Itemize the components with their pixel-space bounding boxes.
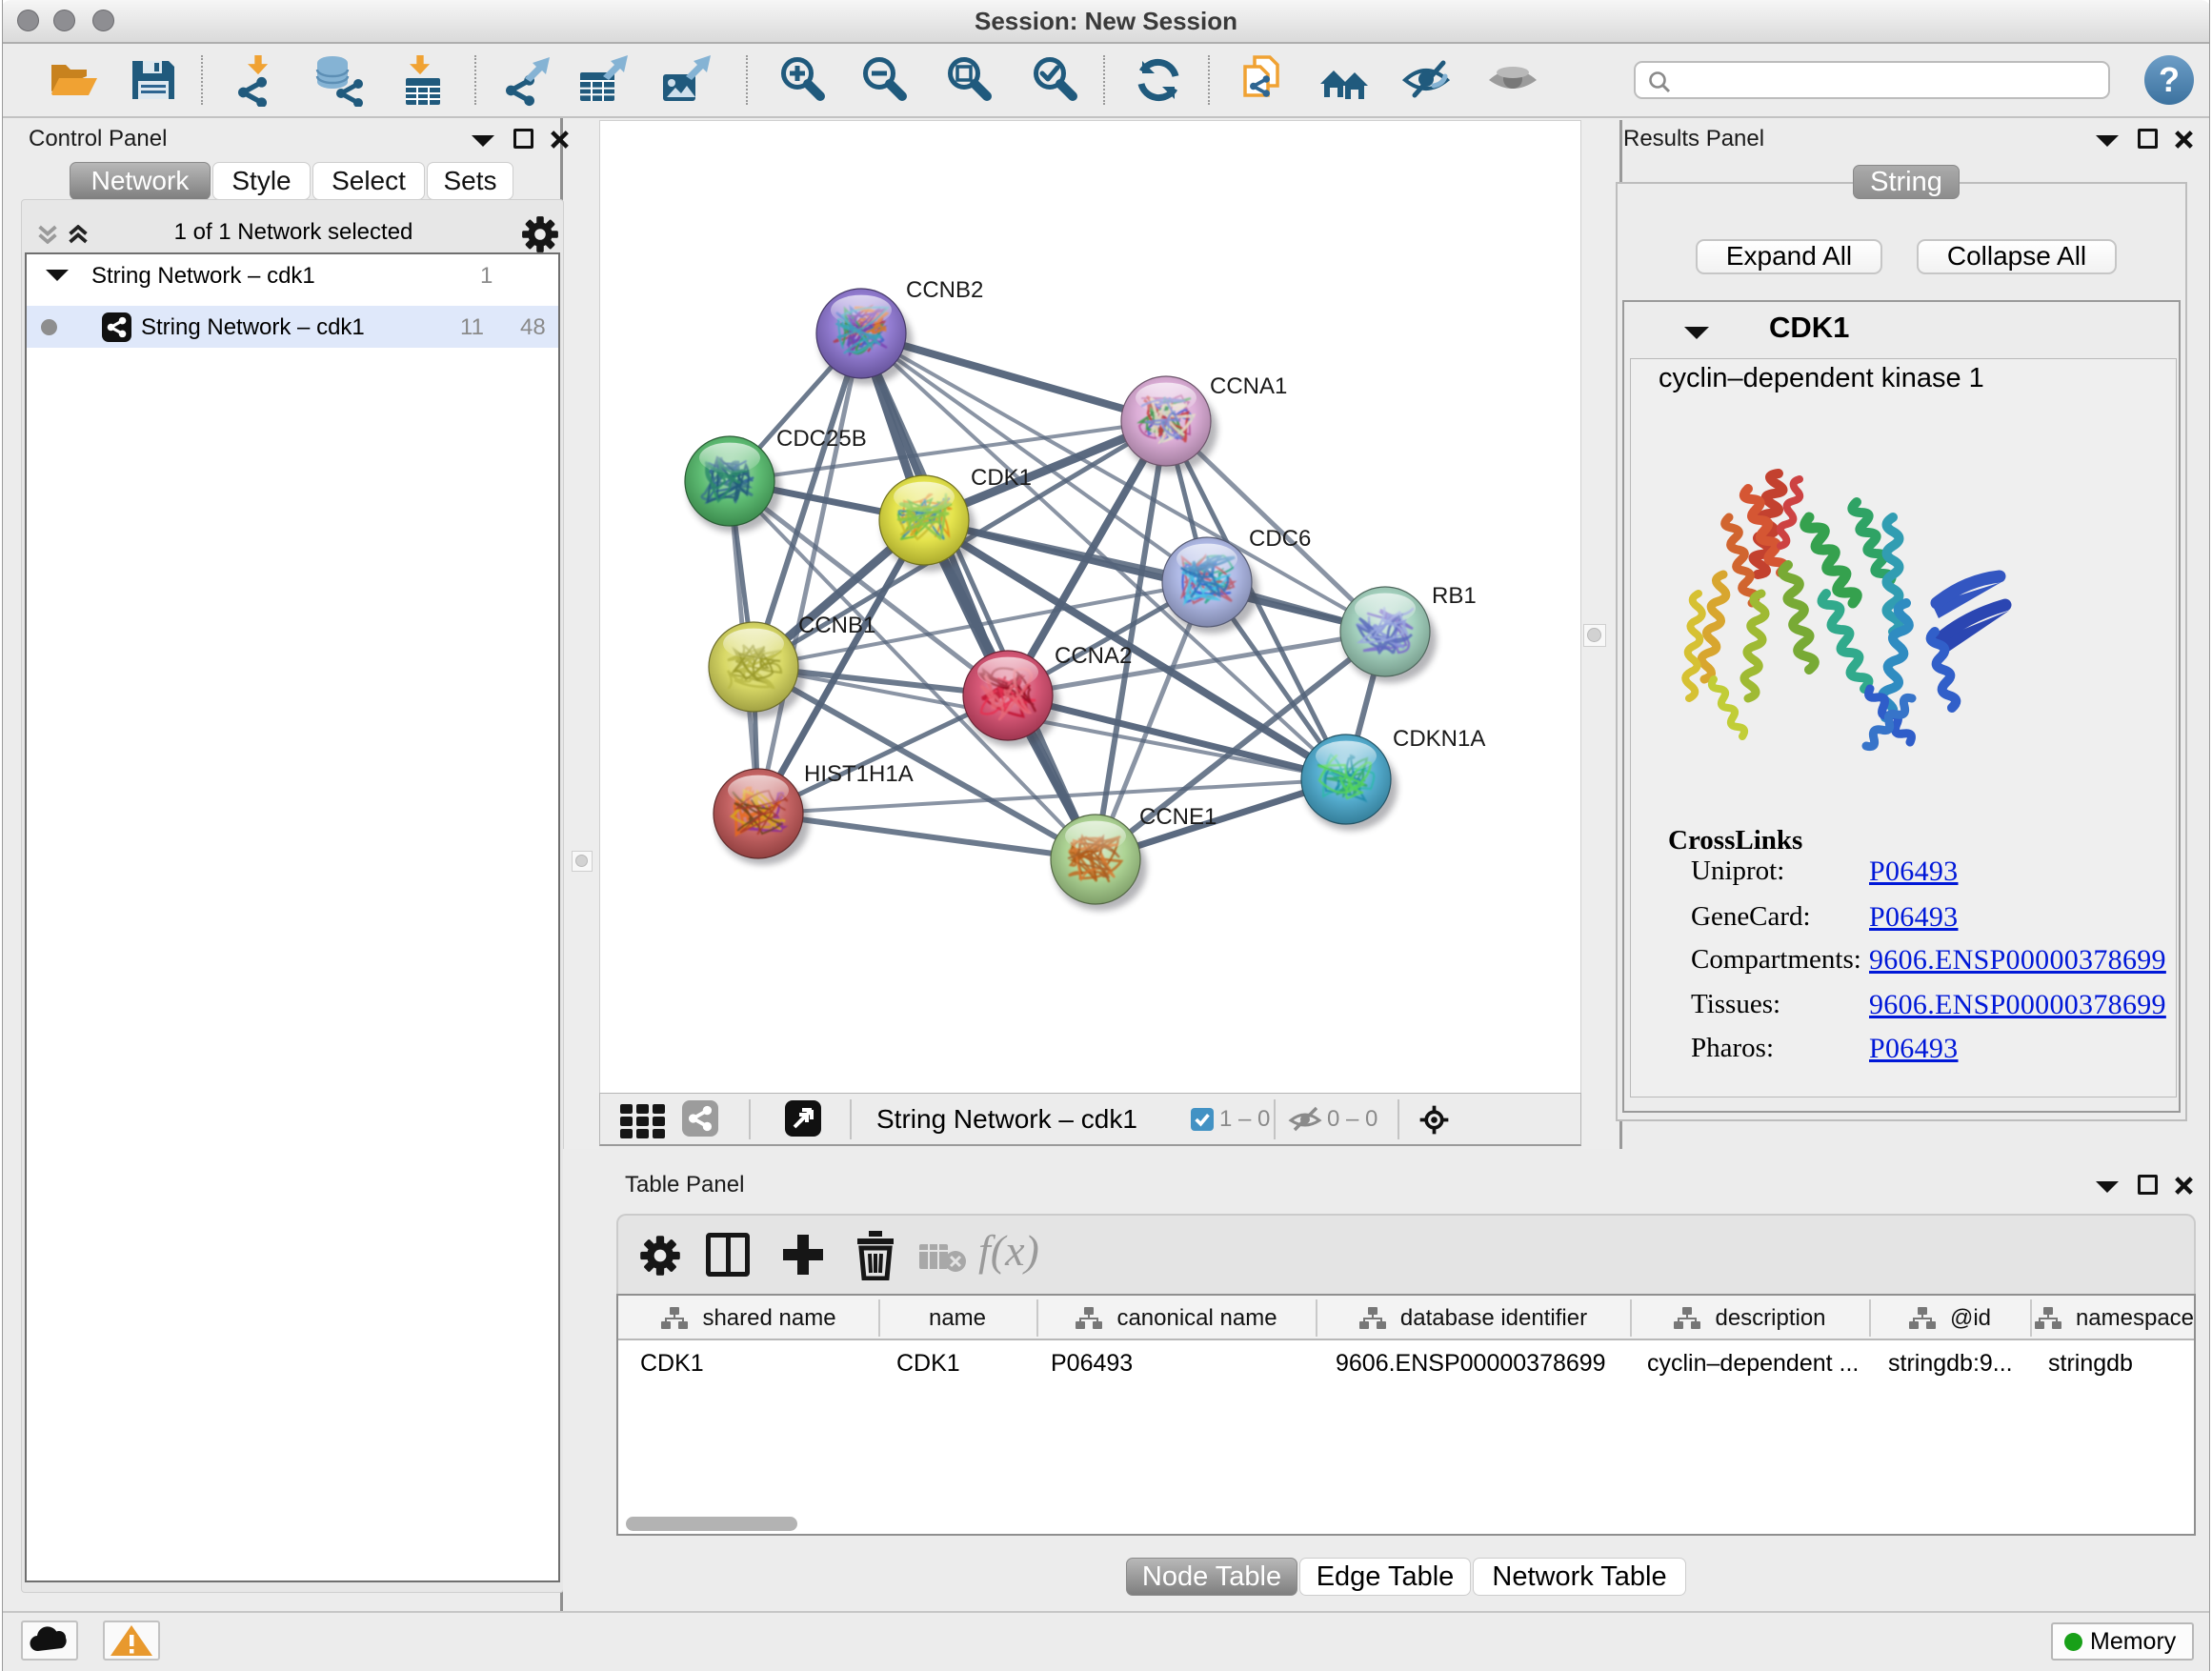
svg-text:RB1: RB1 bbox=[1432, 583, 1477, 609]
svg-text:CCNE1: CCNE1 bbox=[1139, 804, 1217, 830]
svg-text:CCNB1: CCNB1 bbox=[798, 613, 875, 638]
svg-text:CDC25B: CDC25B bbox=[776, 426, 867, 452]
svg-text:CDKN1A: CDKN1A bbox=[1393, 726, 1485, 752]
svg-text:CCNB2: CCNB2 bbox=[906, 277, 983, 303]
svg-text:CDC6: CDC6 bbox=[1249, 526, 1311, 552]
svg-text:CDK1: CDK1 bbox=[971, 465, 1032, 491]
svg-text:HIST1H1A: HIST1H1A bbox=[804, 761, 914, 787]
svg-text:CCNA1: CCNA1 bbox=[1210, 373, 1287, 399]
svg-text:CCNA2: CCNA2 bbox=[1055, 643, 1132, 669]
